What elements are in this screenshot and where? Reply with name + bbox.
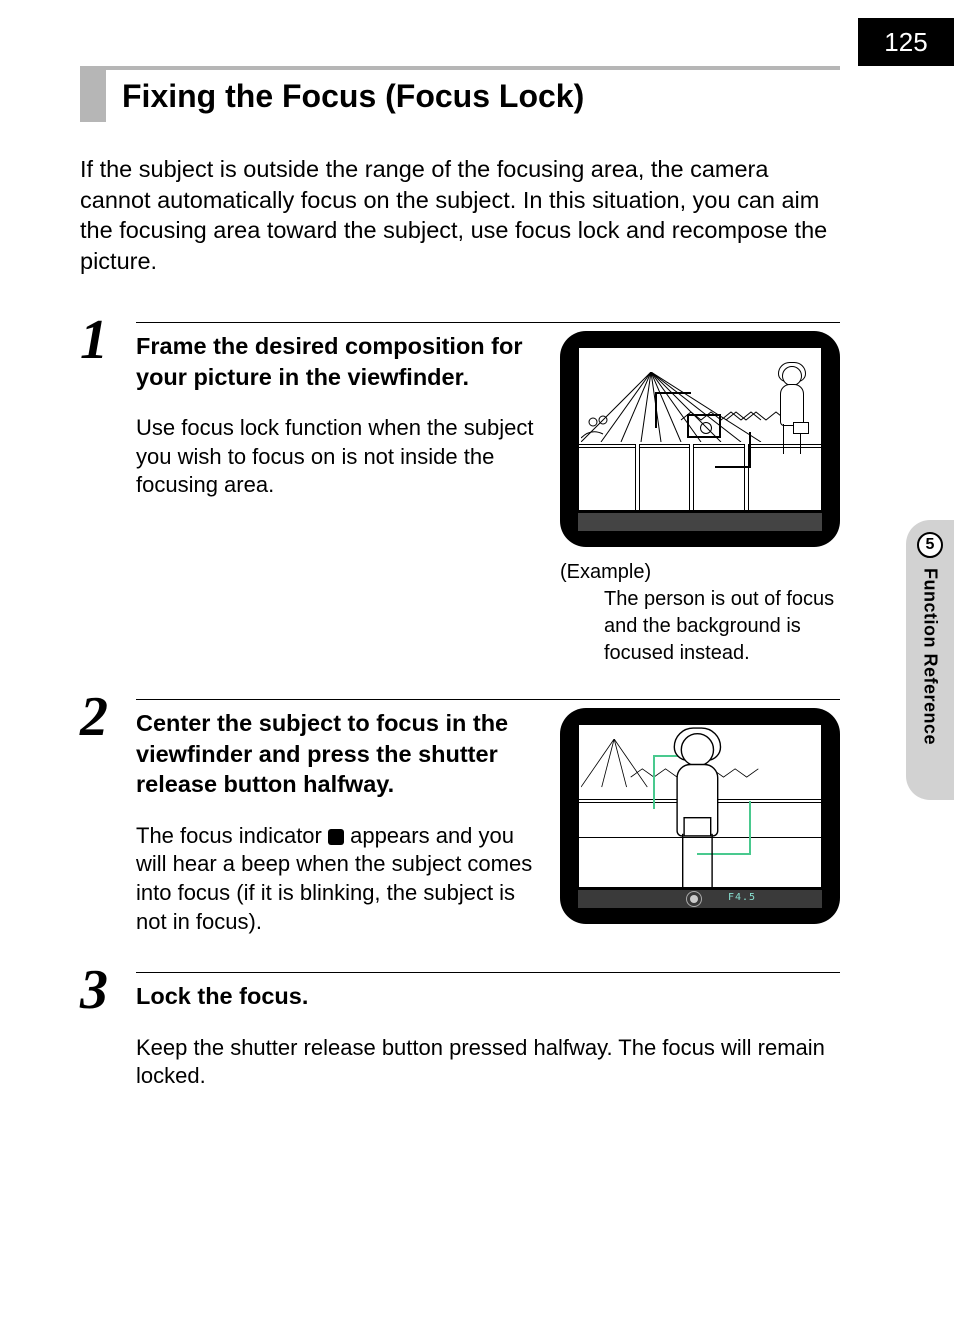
step-paragraph: Use focus lock function when the subject… (136, 414, 536, 500)
step-paragraph: The focus indicator appears and you will… (136, 822, 536, 936)
page-number-box: 125 (858, 18, 954, 66)
step-2: 2 Center the subject to focus in the vie… (80, 699, 840, 936)
page-content: Fixing the Focus (Focus Lock) If the sub… (80, 66, 840, 1091)
chapter-number-circle: 5 (917, 532, 943, 558)
focus-bracket-icon (655, 392, 691, 428)
title-row: Fixing the Focus (Focus Lock) (80, 66, 840, 122)
example-caption: (Example) The person is out of focus and… (560, 559, 840, 667)
step-3: 3 Lock the focus. Keep the shutter relea… (80, 972, 840, 1091)
step-paragraph: Keep the shutter release button pressed … (136, 1034, 840, 1091)
chapter-number: 5 (926, 536, 935, 554)
illustration-viewfinder-1 (560, 331, 840, 547)
status-readout: F4.5 (728, 892, 756, 903)
illustration-viewfinder-2: F4.5 (560, 708, 840, 924)
step-number: 2 (80, 689, 108, 745)
page-number: 125 (884, 27, 927, 58)
example-label: (Example) (560, 559, 840, 586)
chapter-label: Function Reference (920, 568, 941, 745)
step-heading: Lock the focus. (136, 981, 840, 1012)
intro-paragraph: If the subject is outside the range of t… (80, 154, 840, 276)
page-title: Fixing the Focus (Focus Lock) (122, 70, 584, 122)
step-heading: Center the subject to focus in the viewf… (136, 708, 536, 800)
title-accent-bar (80, 70, 106, 122)
person-illustration (777, 366, 807, 456)
step-number: 1 (80, 312, 108, 368)
step-heading: Frame the desired composition for your p… (136, 331, 536, 392)
spot-frame-icon (687, 414, 721, 438)
chapter-tab: 5 Function Reference (906, 520, 954, 800)
example-description: The person is out of focus and the backg… (604, 586, 840, 667)
step-para-pre: The focus indicator (136, 823, 328, 848)
step-number: 3 (80, 962, 108, 1018)
focus-indicator-icon (328, 829, 344, 845)
focus-confirm-icon (686, 891, 702, 907)
step-1: 1 Frame the desired composition for your… (80, 322, 840, 667)
